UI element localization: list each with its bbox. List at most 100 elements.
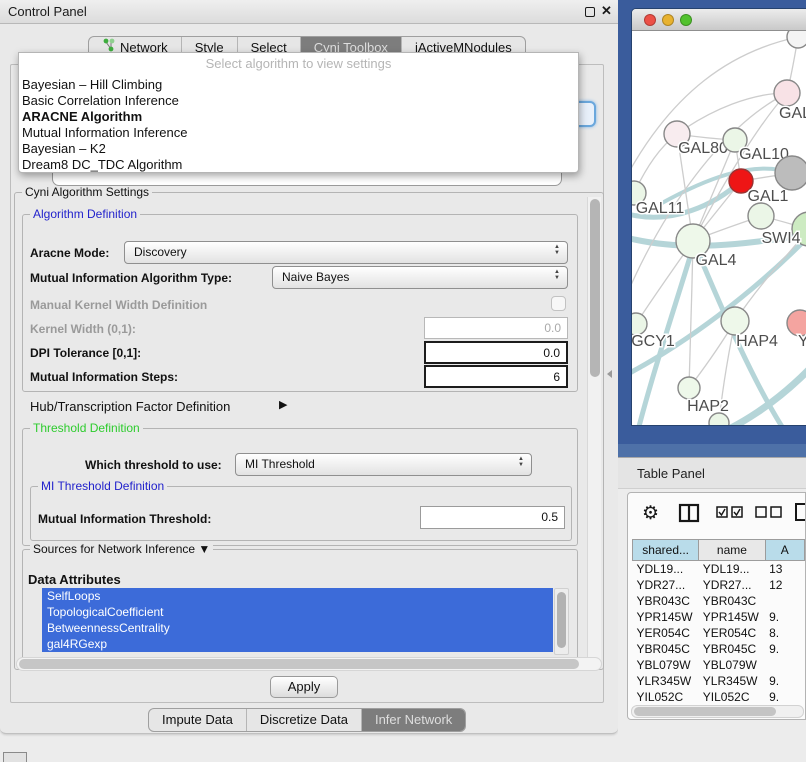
- network-node[interactable]: [678, 377, 700, 399]
- table-row[interactable]: YBR045C YBR045C 9.: [633, 641, 805, 657]
- algorithm-option[interactable]: Bayesian – Hill Climbing: [19, 77, 578, 93]
- data-attribute-item[interactable]: gal4RGexp: [42, 636, 553, 652]
- table-horizontal-scrollbar[interactable]: [631, 705, 804, 718]
- table-column-header[interactable]: A: [765, 540, 804, 561]
- table-row[interactable]: YBR043C YBR043C: [633, 593, 805, 609]
- aracne-mode-combobox[interactable]: Discovery ▲▼: [124, 241, 568, 264]
- cyni-bottom-tab[interactable]: Infer Network: [362, 709, 465, 731]
- network-node-label: SWI4: [761, 230, 800, 247]
- select-all-columns-icon[interactable]: [716, 506, 744, 519]
- algorithm-option[interactable]: Basic Correlation Inference: [19, 93, 578, 109]
- table-panel-title: Table Panel: [637, 466, 705, 481]
- unselect-all-columns-icon[interactable]: [755, 506, 783, 519]
- table-row[interactable]: YLR345W YLR345W 9.: [633, 673, 805, 689]
- network-node[interactable]: [721, 307, 749, 335]
- network-window-titlebar[interactable]: [632, 9, 806, 31]
- table-column-header[interactable]: name: [699, 540, 765, 561]
- table-settings-gear-icon[interactable]: ⚙: [642, 502, 659, 525]
- settings-vertical-scrollbar[interactable]: [587, 197, 601, 665]
- close-traffic-light-icon[interactable]: [644, 14, 656, 26]
- cyni-settings-group-title: Cyni Algorithm Settings: [22, 185, 152, 199]
- hub-definition-label: Hub/Transcription Factor Definition: [30, 399, 230, 414]
- sources-group-title: Sources for Network Inference ▼: [30, 542, 213, 556]
- mi-threshold-group-title: MI Threshold Definition: [38, 479, 167, 493]
- network-node-label: Y: [798, 333, 806, 350]
- hub-expand-arrow-icon[interactable]: ▶: [279, 398, 287, 411]
- combo-stepper-icon: ▲▼: [518, 456, 524, 468]
- table-body: YDL19... YDL19... 13 YDR27... YDR27... 1…: [633, 561, 805, 705]
- network-edge[interactable]: [687, 361, 806, 426]
- table-row[interactable]: YBL079W YBL079W: [633, 657, 805, 673]
- manual-kernel-width-checkbox[interactable]: [551, 296, 566, 311]
- dpi-tolerance-field[interactable]: 0.0: [424, 341, 568, 364]
- apply-button[interactable]: Apply: [270, 676, 338, 698]
- network-node-label: GAL: [779, 105, 806, 122]
- mi-threshold-field[interactable]: 0.5: [420, 506, 565, 529]
- table-panel-toolbar: ⚙: [628, 499, 805, 531]
- algorithm-option-list: Bayesian – Hill Climbing Basic Correlati…: [19, 77, 578, 173]
- threshold-definition-title: Threshold Definition: [30, 421, 143, 435]
- attribute-list-scrollbar[interactable]: [554, 588, 569, 655]
- network-node-label: GAL4: [696, 252, 737, 269]
- network-node-label: HAP2: [687, 398, 729, 415]
- aracne-mode-label: Aracne Mode:: [30, 246, 109, 260]
- cyni-bottom-tab[interactable]: Impute Data: [149, 709, 247, 731]
- combo-stepper-icon: ▲▼: [554, 244, 560, 256]
- zoom-traffic-light-icon[interactable]: [680, 14, 692, 26]
- right-workspace: GALGAL80GAL10GAL1GAL11SWI4GAL4GCY1HAP4YH…: [618, 0, 806, 762]
- network-view-window: GALGAL80GAL10GAL1GAL11SWI4GAL4GCY1HAP4YH…: [631, 8, 806, 426]
- network-node[interactable]: [709, 413, 729, 426]
- minimized-panel-icon[interactable]: [3, 752, 27, 762]
- network-node-label: GCY1: [632, 333, 675, 350]
- network-canvas[interactable]: GALGAL80GAL10GAL1GAL11SWI4GAL4GCY1HAP4YH…: [632, 31, 806, 426]
- data-attribute-item[interactable]: BetweennessCentrality: [42, 620, 553, 636]
- settings-horizontal-scrollbar-thumb[interactable]: [19, 659, 579, 669]
- data-attributes-list: SelfLoops TopologicalCoefficient Between…: [42, 588, 570, 655]
- split-columns-icon[interactable]: [678, 503, 700, 523]
- network-canvas-container: GALGAL80GAL10GAL1GAL11SWI4GAL4GCY1HAP4YH…: [632, 31, 806, 426]
- data-attribute-item[interactable]: SelfLoops: [42, 588, 553, 604]
- table-row[interactable]: YER054C YER054C 8.: [633, 625, 805, 641]
- desktop-lower-strip: [618, 444, 806, 457]
- network-node[interactable]: [748, 203, 774, 229]
- settings-vertical-scrollbar-thumb[interactable]: [590, 199, 600, 377]
- table-row[interactable]: YDL19... YDL19... 13: [633, 561, 805, 577]
- control-panel-titlebar: Control Panel ✕: [0, 0, 618, 24]
- application-window: Control Panel ✕ Network Style Select Cyn…: [0, 0, 806, 762]
- table-panel-titlebar: Table Panel: [618, 457, 806, 489]
- close-panel-icon[interactable]: ✕: [601, 3, 612, 19]
- algorithm-option[interactable]: Mutual Information Inference: [19, 125, 578, 141]
- mi-algorithm-type-combobox[interactable]: Naive Bayes ▲▼: [272, 266, 568, 289]
- which-threshold-combobox[interactable]: MI Threshold ▲▼: [235, 453, 532, 476]
- which-threshold-label: Which threshold to use:: [85, 458, 222, 472]
- panel-divider-handle[interactable]: [607, 370, 612, 378]
- algorithm-option[interactable]: Dream8 DC_TDC Algorithm: [19, 157, 578, 173]
- float-window-icon[interactable]: [585, 7, 595, 17]
- algorithm-dropdown-placeholder: Select algorithm to view settings: [19, 53, 578, 77]
- attribute-list-scrollbar-thumb[interactable]: [557, 592, 566, 648]
- algorithm-dropdown-popup: Select algorithm to view settings Bayesi…: [18, 52, 579, 173]
- kernel-width-label: Kernel Width (0,1):: [30, 322, 136, 336]
- control-panel: Control Panel ✕ Network Style Select Cyn…: [0, 0, 618, 734]
- network-node[interactable]: [632, 313, 647, 335]
- algorithm-option[interactable]: Bayesian – K2: [19, 141, 578, 157]
- export-table-icon[interactable]: [794, 502, 806, 522]
- mi-steps-label: Mutual Information Steps:: [30, 370, 178, 384]
- mi-threshold-label: Mutual Information Threshold:: [38, 512, 211, 526]
- network-node[interactable]: [775, 156, 806, 190]
- settings-horizontal-scrollbar[interactable]: [16, 657, 602, 671]
- network-node[interactable]: [774, 80, 800, 106]
- table-horizontal-scrollbar-thumb[interactable]: [634, 707, 776, 716]
- network-node[interactable]: [787, 31, 806, 48]
- table-row[interactable]: YIL052C YIL052C 9.: [633, 689, 805, 705]
- algorithm-option[interactable]: ARACNE Algorithm: [19, 109, 578, 125]
- table-column-header[interactable]: shared...: [633, 540, 699, 561]
- mi-steps-field[interactable]: 6: [424, 365, 568, 388]
- minimize-traffic-light-icon[interactable]: [662, 14, 674, 26]
- cyni-bottom-tab[interactable]: Discretize Data: [247, 709, 362, 731]
- table-row[interactable]: YDR27... YDR27... 12: [633, 577, 805, 593]
- table-row[interactable]: YPR145W YPR145W 9.: [633, 609, 805, 625]
- manual-kernel-width-label: Manual Kernel Width Definition: [30, 298, 207, 312]
- data-attribute-item[interactable]: TopologicalCoefficient: [42, 604, 553, 620]
- kernel-width-field[interactable]: 0.0: [424, 317, 568, 339]
